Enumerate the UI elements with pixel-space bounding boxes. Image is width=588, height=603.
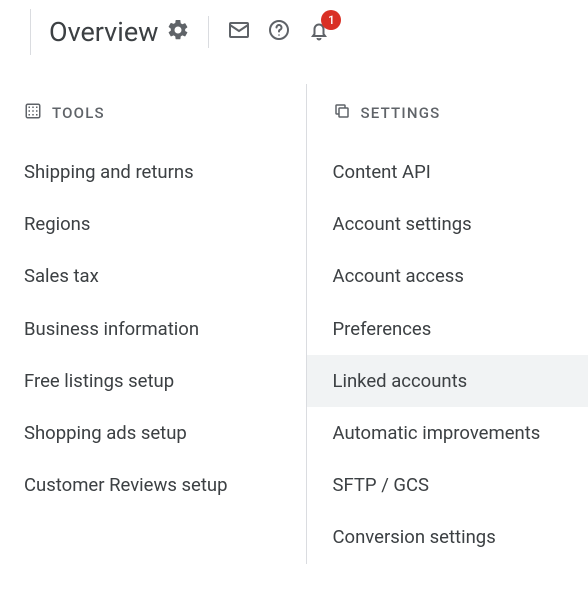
tools-item-customer-reviews-setup[interactable]: Customer Reviews setup <box>24 459 306 511</box>
settings-item-content-api[interactable]: Content API <box>307 146 588 198</box>
settings-heading: SETTINGS <box>307 102 588 146</box>
settings-item-account-settings[interactable]: Account settings <box>307 198 588 250</box>
tools-item-shipping-and-returns[interactable]: Shipping and returns <box>24 146 306 198</box>
mail-button[interactable] <box>219 12 259 52</box>
page-title: Overview <box>49 16 158 48</box>
tools-column: TOOLS Shipping and returns Regions Sales… <box>0 84 306 564</box>
settings-heading-label: SETTINGS <box>361 104 441 122</box>
divider <box>208 16 209 48</box>
help-button[interactable] <box>259 12 299 52</box>
header-title-wrap: Overview <box>30 9 158 55</box>
settings-item-preferences[interactable]: Preferences <box>307 303 588 355</box>
settings-button[interactable] <box>158 12 198 52</box>
notification-badge: 1 <box>321 10 341 30</box>
tools-item-free-listings-setup[interactable]: Free listings setup <box>24 355 306 407</box>
header-bar: Overview 1 <box>0 0 588 64</box>
mail-icon <box>227 18 251 46</box>
settings-column: SETTINGS Content API Account settings Ac… <box>306 84 588 564</box>
tools-heading-label: TOOLS <box>52 104 105 122</box>
notifications-button[interactable]: 1 <box>299 12 339 52</box>
settings-item-automatic-improvements[interactable]: Automatic improvements <box>307 407 588 459</box>
settings-item-account-access[interactable]: Account access <box>307 250 588 302</box>
settings-item-sftp-gcs[interactable]: SFTP / GCS <box>307 459 588 511</box>
tools-item-regions[interactable]: Regions <box>24 198 306 250</box>
grid-icon <box>24 102 42 124</box>
copy-icon <box>333 102 351 124</box>
help-icon <box>267 18 291 46</box>
tools-heading: TOOLS <box>24 102 306 146</box>
tools-item-sales-tax[interactable]: Sales tax <box>24 250 306 302</box>
settings-item-linked-accounts[interactable]: Linked accounts <box>307 355 588 407</box>
header-icons: 1 <box>158 12 339 52</box>
settings-item-conversion-settings[interactable]: Conversion settings <box>307 511 588 563</box>
settings-dropdown-panel: TOOLS Shipping and returns Regions Sales… <box>0 84 588 564</box>
tools-item-shopping-ads-setup[interactable]: Shopping ads setup <box>24 407 306 459</box>
gear-icon <box>166 18 190 46</box>
tools-item-business-information[interactable]: Business information <box>24 303 306 355</box>
